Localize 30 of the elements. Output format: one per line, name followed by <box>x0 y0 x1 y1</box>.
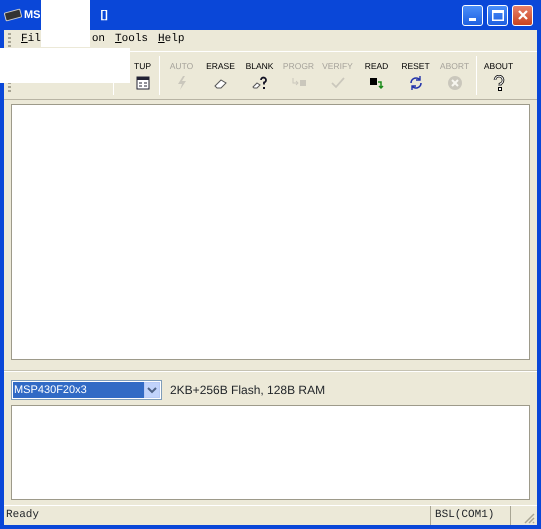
toolbar-button[interactable]: RESET <box>396 52 435 99</box>
menu-item[interactable]: Help <box>158 33 184 46</box>
resize-grip-icon <box>523 512 535 524</box>
toolbar-button[interactable]: ERASE <box>201 52 240 99</box>
close-button[interactable] <box>512 4 533 26</box>
window-icon <box>134 75 150 92</box>
menu-item[interactable]: on <box>92 33 106 46</box>
device-info: 2KB+256B Flash, 128B RAM <box>170 382 326 399</box>
refresh-icon <box>408 75 424 92</box>
close-icon <box>518 10 528 20</box>
window-title: MS <box>24 8 40 23</box>
eraser-question-icon <box>252 75 268 92</box>
status-text: BSL(COM1) <box>435 508 494 524</box>
toolbar-button[interactable]: TUP <box>130 52 155 99</box>
toolbar-button[interactable]: READ <box>357 52 396 99</box>
device-dropdown[interactable]: MSP430F20x3 <box>11 380 162 400</box>
minimize-button[interactable] <box>462 4 483 26</box>
chip-icon <box>4 8 22 22</box>
help-icon <box>490 75 506 92</box>
minimize-icon <box>469 18 476 20</box>
toolbar-button[interactable]: BLANK <box>240 52 279 99</box>
menu-item[interactable]: Tools <box>115 33 148 46</box>
download-icon <box>368 75 384 92</box>
maximize-button[interactable] <box>487 4 508 26</box>
toolbar-button[interactable]: ABOUT <box>479 52 518 99</box>
menu-item[interactable]: Fil <box>21 33 41 46</box>
cancel-icon <box>446 75 462 92</box>
window-title: [] <box>100 8 108 23</box>
maximize-icon <box>492 10 504 20</box>
status-text: Ready <box>6 508 40 524</box>
